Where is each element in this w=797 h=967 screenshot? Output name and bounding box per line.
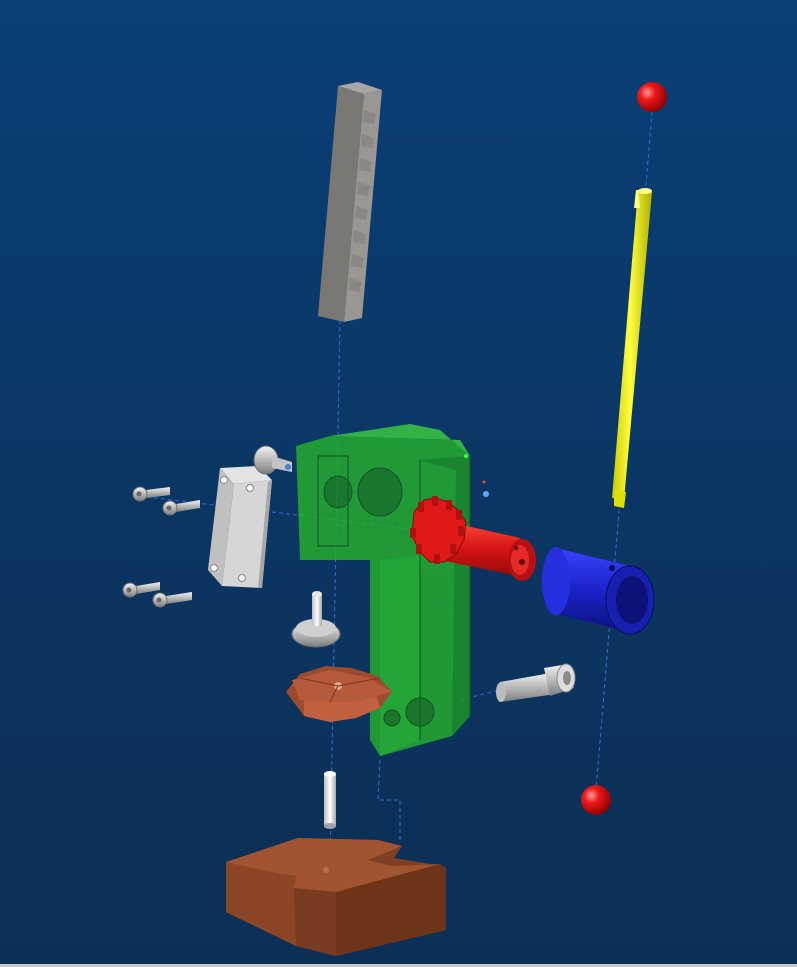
pin-part[interactable] [324,771,336,829]
side-bolt-part[interactable] [496,663,576,702]
hub-bushing-part[interactable] [542,547,655,635]
plate-stud-part[interactable] [253,445,292,475]
cover-plate-part[interactable] [208,466,272,588]
screw-group [122,486,200,608]
3d-model-viewport[interactable] [0,0,797,967]
screw-3[interactable] [122,582,160,598]
exploded-assembly-view [122,82,667,956]
knob-stud-part[interactable] [291,591,341,648]
screw-4[interactable] [152,592,192,608]
bottom-ball-knob-part[interactable] [581,785,611,815]
top-ball-knob-part[interactable] [637,82,667,112]
screw-2[interactable] [162,500,200,516]
base-block-part[interactable] [226,838,446,956]
gear-rack-part[interactable] [318,82,382,322]
handle-rod-part[interactable] [612,188,652,508]
